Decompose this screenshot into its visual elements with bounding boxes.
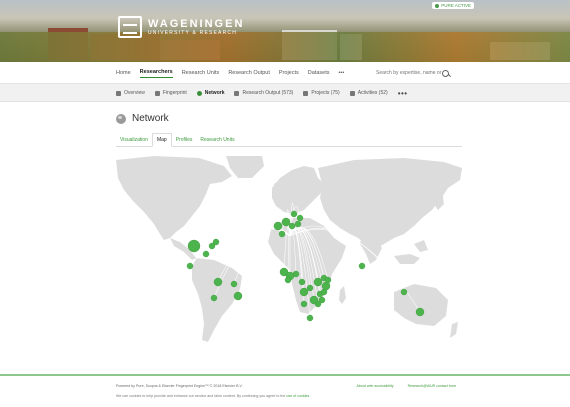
collaboration-marker[interactable] — [306, 314, 314, 322]
collaboration-marker[interactable] — [298, 278, 306, 286]
collaboration-marker[interactable] — [324, 276, 332, 284]
page-footer: Powered by Pure, Scopus & Elsevier Finge… — [0, 374, 570, 407]
collaboration-marker[interactable] — [213, 277, 223, 287]
profile-subnavigation: Overview Fingerprint Network Research Ou… — [0, 84, 570, 102]
continent-shape — [226, 156, 264, 178]
network-tabs: Visualization Map Profiles Research Unit… — [116, 133, 462, 147]
search-input[interactable] — [376, 70, 442, 76]
collaboration-marker[interactable] — [284, 276, 292, 284]
collaboration-marker[interactable] — [318, 296, 326, 304]
activity-icon — [349, 90, 355, 96]
collaboration-world-map[interactable] — [114, 154, 464, 350]
continent-shape — [394, 254, 420, 264]
collaboration-marker[interactable] — [294, 220, 302, 228]
subnav-more-button[interactable]: ••• — [398, 89, 408, 97]
subnav-item-network[interactable]: Network — [196, 90, 225, 96]
wur-logo-icon — [118, 16, 142, 38]
collaboration-marker[interactable] — [210, 294, 218, 302]
continent-shape — [414, 240, 428, 252]
collaboration-marker[interactable] — [296, 214, 304, 222]
continent-shape — [116, 156, 232, 240]
check-icon — [435, 3, 440, 8]
network-icon — [196, 90, 202, 96]
collaboration-marker[interactable] — [233, 291, 243, 301]
subnav-label: Network — [204, 90, 225, 96]
logo-line1: WAGENINGEN — [148, 17, 245, 30]
search-icon[interactable] — [442, 69, 449, 77]
logo-line2: UNIVERSITY & RESEARCH — [148, 29, 238, 36]
collaboration-marker[interactable] — [415, 307, 425, 317]
person-icon — [116, 90, 121, 96]
collaboration-marker[interactable] — [202, 250, 210, 258]
subnav-item-activities[interactable]: Activities (52) — [349, 90, 388, 96]
tab-visualization[interactable]: Visualization — [116, 132, 152, 146]
collaboration-marker[interactable] — [320, 288, 328, 296]
powered-by-text: Powered by Pure, Scopus & Elsevier Finge… — [116, 384, 243, 388]
continent-shape — [339, 286, 346, 304]
book-icon — [234, 90, 240, 96]
nav-item-datasets[interactable]: Datasets — [308, 70, 330, 76]
map-land — [116, 156, 462, 342]
page-title-text: Network — [132, 113, 169, 124]
nav-item-research-units[interactable]: Research Units — [182, 70, 220, 76]
subnav-label: Research Output (573) — [242, 90, 294, 96]
wur-logo[interactable]: WAGENINGEN UNIVERSITY & RESEARCH — [118, 16, 244, 38]
globe-icon — [116, 113, 126, 124]
collaboration-marker[interactable] — [299, 287, 309, 297]
subnav-item-overview[interactable]: Overview — [116, 90, 145, 96]
collaboration-marker[interactable] — [400, 288, 408, 296]
collaboration-marker[interactable] — [290, 210, 298, 218]
nav-item-home[interactable]: Home — [116, 70, 131, 76]
collaboration-marker[interactable] — [288, 222, 296, 230]
continent-shape — [192, 258, 242, 342]
subnav-label: Overview — [124, 90, 145, 96]
collaboration-marker[interactable] — [273, 221, 283, 231]
collaboration-marker[interactable] — [230, 280, 238, 288]
nav-more-button[interactable]: ••• — [338, 70, 344, 76]
subnav-item-fingerprint[interactable]: Fingerprint — [154, 90, 187, 96]
trees-image — [0, 32, 570, 62]
cookies-text: We use cookies to help provide and enhan… — [116, 394, 286, 398]
link-web-accessibility[interactable]: About web accessibility — [356, 384, 393, 388]
page-title: Network — [116, 113, 169, 124]
search-box — [376, 67, 454, 79]
subnav-label: Fingerprint — [162, 90, 187, 96]
collaboration-marker[interactable] — [300, 300, 308, 308]
nav-item-projects[interactable]: Projects — [279, 70, 299, 76]
fingerprint-icon — [154, 90, 160, 96]
tab-map[interactable]: Map — [151, 133, 172, 147]
tab-research-units[interactable]: Research Units — [196, 132, 238, 146]
subnav-label: Projects (75) — [311, 90, 340, 96]
link-use-of-cookies[interactable]: use of cookies — [286, 394, 309, 398]
folder-icon — [303, 90, 309, 96]
nav-item-research-output[interactable]: Research Output — [228, 70, 270, 76]
world-map-svg — [116, 156, 462, 342]
collaboration-marker[interactable] — [313, 277, 323, 287]
collaboration-marker[interactable] — [212, 238, 220, 246]
subnav-item-projects[interactable]: Projects (75) — [303, 90, 340, 96]
nav-item-researchers[interactable]: Researchers — [139, 69, 173, 78]
pure-active-badge[interactable]: PURE ACTIVE — [432, 2, 474, 9]
tab-profiles[interactable]: Profiles — [172, 132, 197, 146]
collaboration-marker[interactable] — [187, 239, 201, 253]
collaboration-marker[interactable] — [292, 270, 300, 278]
collaboration-marker[interactable] — [186, 262, 194, 270]
subnav-item-research-output[interactable]: Research Output (573) — [234, 90, 293, 96]
hero-banner: WAGENINGEN UNIVERSITY & RESEARCH PURE AC… — [0, 0, 570, 62]
collaboration-marker[interactable] — [281, 217, 291, 227]
collaboration-marker[interactable] — [358, 262, 366, 270]
continent-shape — [450, 322, 458, 338]
pure-badge-label: PURE ACTIVE — [441, 3, 471, 8]
link-contact-form[interactable]: Research@WUR contact form — [408, 384, 456, 388]
subnav-label: Activities (52) — [357, 90, 388, 96]
main-navigation: Home Researchers Research Units Research… — [0, 62, 570, 84]
collaboration-marker[interactable] — [278, 230, 286, 238]
collaboration-marker[interactable] — [321, 281, 331, 291]
collaboration-marker[interactable] — [306, 284, 314, 292]
